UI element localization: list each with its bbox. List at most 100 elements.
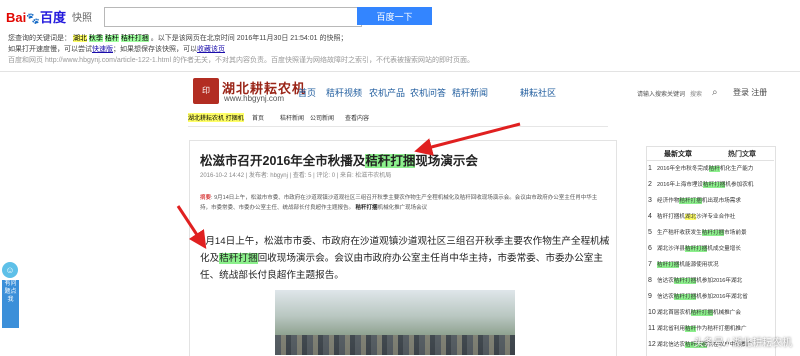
baidu-search-button[interactable]: 百度一下 <box>357 7 432 25</box>
rank-number: 10 <box>648 309 656 316</box>
breadcrumb-news[interactable]: 秸秆新闻 <box>280 113 304 122</box>
header-search-label[interactable]: 搜索 <box>690 89 702 98</box>
rank-number: 1 <box>648 165 652 172</box>
article-photo <box>275 290 515 355</box>
baidu-logo-text-right: 百度 <box>39 10 66 25</box>
tab-hot[interactable]: 热门文章 <box>728 149 756 159</box>
baidu-logo[interactable]: Bai🐾百度 <box>6 7 66 26</box>
help-label: 有问题点我 <box>2 280 19 328</box>
nav-home[interactable]: 首页 <box>298 86 316 99</box>
rank-text: 湖北信达农 <box>657 342 685 348</box>
rank-text: 机能源使用状况 <box>679 262 719 268</box>
site-logo[interactable]: 印 湖北耕耘农机 www.hbgynj.com <box>193 78 305 104</box>
divider <box>188 126 608 127</box>
site-seal-icon: 印 <box>193 78 219 104</box>
cache-line-1: 您查询的关键词是： 湖北 秋季 秸秆 秸秆打捆 。以下是该网页在北京时间 201… <box>8 33 474 44</box>
rank-number: 6 <box>648 245 652 252</box>
body-highlight: 秸秆打捆 <box>219 253 258 264</box>
divider <box>0 71 800 72</box>
title-part: 松滋市召开2016年全市秋播及 <box>200 154 366 168</box>
breadcrumb-site[interactable]: 湖北耕耘农机 打捆机 <box>188 113 244 122</box>
rank-text: 湖北省利用 <box>657 326 685 332</box>
cache-disclaimer: 百度和网页 http://www.hbgynj.com/article-122-… <box>8 57 474 64</box>
rank-item[interactable]: 9 信达农秸秆打捆机参加2016年湖北省 <box>648 289 772 305</box>
rank-highlight: 秸秆打捆 <box>673 294 697 300</box>
article-meta: 2016-10-2 14:42 | 发布者: hbgynj | 查看: 5 | … <box>200 173 392 179</box>
rank-number: 2 <box>648 181 652 188</box>
nav-straw-video[interactable]: 秸秆视频 <box>326 86 362 99</box>
rank-item[interactable]: 10湖北首届农机秸秆打捆机械推广会 <box>648 305 772 321</box>
nav-machinery-products[interactable]: 农机产品 <box>369 86 405 99</box>
breadcrumb: 湖北耕耘农机 打捆机 首页 秸秆新闻 公司新闻 查看内容 <box>188 110 608 123</box>
nav-qa[interactable]: 农机问答 <box>410 86 446 99</box>
rank-item[interactable]: 2 2016年上海市埋设秸秆打捆机参加农机 <box>648 177 772 193</box>
rank-number: 12 <box>648 341 656 348</box>
keyword-2: 秋季 <box>88 35 103 42</box>
rank-text: 2016年全市秋冬完成 <box>657 166 709 172</box>
keyword-4: 秸秆打捆 <box>120 35 149 42</box>
breadcrumb-current[interactable]: 查看内容 <box>345 113 369 122</box>
login-area: 登录 注册 <box>733 87 767 98</box>
rank-highlight: 秸秆 <box>708 166 720 172</box>
summary-tail: 机械化推广现场会议 <box>377 205 428 211</box>
rank-text: 机参加农机 <box>725 182 754 188</box>
rank-item[interactable]: 1 2016年全市秋冬完成秸秆机化生产能力 <box>648 161 772 177</box>
rank-item[interactable]: 8 信达农秸秆打捆机参加2016年湖北 <box>648 273 772 289</box>
body-text: 回收现场演示会。会议由市政府办公室主任肖中华主持，市委常委、市委办公室主任、统战… <box>200 253 603 281</box>
nav-community[interactable]: 耕耘社区 <box>520 86 556 99</box>
article-body: 9月14日上午，松滋市市委、市政府在沙道观镇沙道观社区三组召开秋季主要农作物生产… <box>200 233 610 284</box>
cache-suffix: 。以下是该网页在北京时间 2016年11月30日 21:54:01 的快照； <box>150 35 348 42</box>
rank-text: 生产秸秆收获发生 <box>657 230 702 236</box>
rank-number: 5 <box>648 229 652 236</box>
save-page-link[interactable]: 收藏该页 <box>197 46 225 53</box>
rank-number: 4 <box>648 213 652 220</box>
rank-text: 作为秸秆打捆机推广 <box>696 326 747 332</box>
rank-text: 市场前景 <box>724 230 747 236</box>
cache-line2-prefix: 如果打开速度慢，可以尝试 <box>8 46 92 53</box>
rank-item[interactable]: 7 秸秆打捆机能源使用状况 <box>648 257 772 273</box>
fast-version-link[interactable]: 快速版 <box>92 46 113 53</box>
rank-highlight: 秸秆打捆 <box>657 262 680 268</box>
nav-straw-news[interactable]: 秸秆新闻 <box>452 86 488 99</box>
rank-number: 9 <box>648 293 652 300</box>
rank-highlight: 秸秆打捆 <box>703 182 726 188</box>
header-search-hint[interactable]: 请输入搜索关键词 <box>637 89 685 98</box>
rank-text: 湖北首届农机 <box>657 310 691 316</box>
rank-text: 信达农 <box>657 294 674 300</box>
article-summary: 摘要: 9月14日上午，松滋市市委、市政府在沙道观镇沙道观社区三组召开秋季主要农… <box>200 193 605 213</box>
rank-highlight: 秸秆打捆 <box>701 230 725 236</box>
rank-highlight: 湖北 <box>684 214 697 220</box>
rank-text: 机出现市场需求 <box>701 198 741 204</box>
rank-item[interactable]: 6 湖北沙洋县秸秆打捆机成交量增长 <box>648 241 772 257</box>
rank-text: 沙洋专业合作社 <box>696 214 736 220</box>
title-highlight: 秸秆打捆 <box>365 154 416 168</box>
breadcrumb-company[interactable]: 公司新闻 <box>310 113 334 122</box>
register-link[interactable]: 注册 <box>751 88 767 97</box>
rank-number: 3 <box>648 197 652 204</box>
search-icon[interactable]: ⌕ <box>712 87 718 98</box>
baidu-paw-icon: 🐾 <box>26 13 40 25</box>
rank-highlight: 秸秆打捆 <box>690 310 713 316</box>
rank-number: 7 <box>648 261 652 268</box>
help-widget[interactable]: ☺ 有问题点我 <box>0 262 22 330</box>
rank-item[interactable]: 3 经济作物秸秆打捆机出现市场需求 <box>648 193 772 209</box>
rank-item[interactable]: 5 生产秸秆收获发生秸秆打捆市场前景 <box>648 225 772 241</box>
rank-text: 湖北沙洋县 <box>657 246 685 252</box>
rank-text: 机参加2016年湖北 <box>696 278 743 284</box>
rank-highlight: 秸秆 <box>684 326 697 332</box>
cache-prefix: 您查询的关键词是： <box>8 35 71 42</box>
rank-item[interactable]: 4 秸秆打捆机湖北沙洋专业合作社 <box>648 209 772 225</box>
site-url: www.hbgynj.com <box>224 94 285 103</box>
tab-latest[interactable]: 最新文章 <box>664 149 692 159</box>
summary-label: 摘要 <box>200 195 212 201</box>
cache-notice: 您查询的关键词是： 湖北 秋季 秸秆 秸秆打捆 。以下是该网页在北京时间 201… <box>8 33 474 66</box>
baidu-search-input[interactable] <box>104 7 362 27</box>
breadcrumb-home[interactable]: 首页 <box>252 113 264 122</box>
keyword-1: 湖北 <box>72 35 87 42</box>
baidu-logo-text-left: Bai <box>6 10 27 25</box>
rank-text: 经济作物 <box>657 198 680 204</box>
cache-line2-mid: ；如果想保存该快照，可以 <box>113 46 197 53</box>
kuaizhao-label: 快照 <box>72 13 92 24</box>
rank-text: 机械推广会 <box>712 310 741 316</box>
login-link[interactable]: 登录 <box>733 88 749 97</box>
